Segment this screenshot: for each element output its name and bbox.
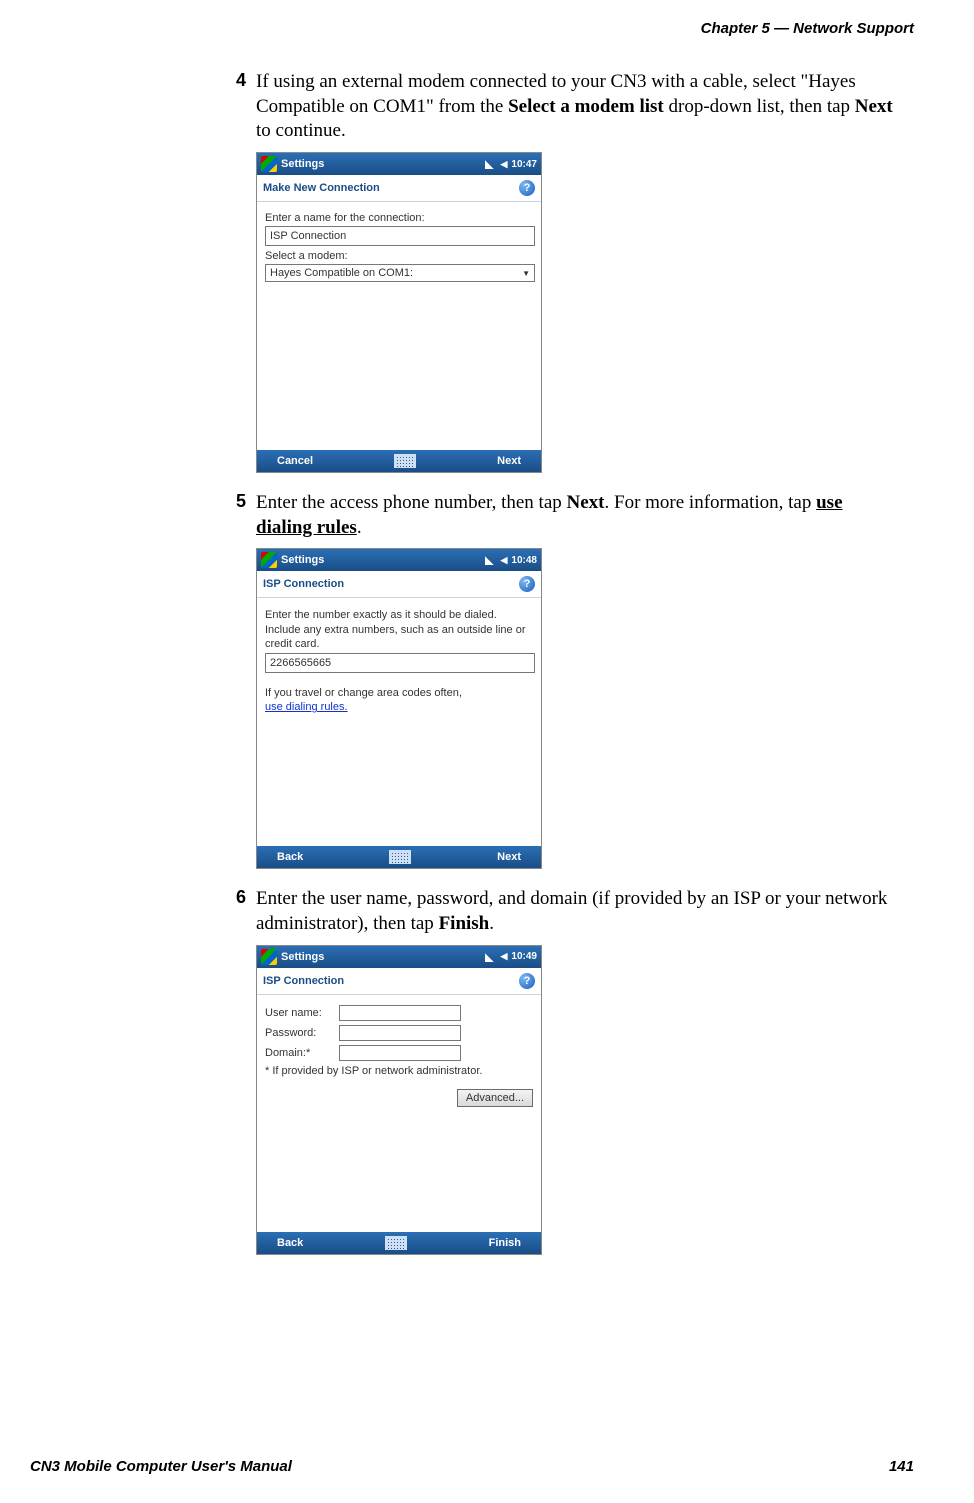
app-title: Settings [281, 158, 324, 170]
phone-sub-bar: ISP Connection ? [257, 571, 541, 598]
screen-title: ISP Connection [263, 975, 344, 987]
screenshot-step-5: Settings 10:48 ISP Connection ? Enter th… [256, 548, 542, 869]
help-icon[interactable]: ? [519, 973, 535, 989]
signal-icon [485, 159, 497, 169]
t: Enter the access phone number, then tap [256, 492, 567, 513]
start-flag-icon [261, 156, 277, 172]
phone-top-bar: Settings 10:48 [257, 549, 541, 571]
connection-name-input[interactable]: ISP Connection [265, 226, 535, 246]
page-number: 141 [889, 1458, 914, 1475]
status-area: 10:49 [485, 951, 538, 962]
status-area: 10:47 [485, 159, 538, 170]
phone-number-input[interactable]: 2266565665 [265, 653, 535, 673]
phone-top-bar: Settings 10:49 [257, 946, 541, 968]
t: Enter the user name, password, and domai… [256, 888, 887, 934]
t: . [489, 913, 494, 934]
phone-top-bar: Settings 10:47 [257, 153, 541, 175]
chevron-down-icon: ▼ [522, 269, 530, 278]
label-connection-name: Enter a name for the connection: [265, 212, 533, 224]
label-password: Password: [265, 1027, 339, 1039]
step-text: Enter the access phone number, then tap … [256, 491, 900, 540]
domain-input[interactable] [339, 1045, 461, 1061]
bold: Finish [439, 913, 490, 934]
step-5: 5 Enter the access phone number, then ta… [220, 491, 900, 540]
row-domain: Domain:* [265, 1045, 533, 1061]
use-dialing-rules-link[interactable]: use dialing rules. [265, 701, 348, 713]
app-title: Settings [281, 554, 324, 566]
password-input[interactable] [339, 1025, 461, 1041]
back-button[interactable]: Back [277, 1237, 303, 1249]
t: drop-down list, then tap [664, 96, 855, 117]
manual-title: CN3 Mobile Computer User's Manual [30, 1458, 292, 1475]
help-icon[interactable]: ? [519, 576, 535, 592]
keyboard-icon[interactable] [389, 850, 411, 864]
next-button[interactable]: Next [497, 851, 521, 863]
step-text: If using an external modem connected to … [256, 70, 900, 144]
t: . For more information, tap [605, 492, 817, 513]
volume-icon [501, 951, 508, 962]
help-icon[interactable]: ? [519, 180, 535, 196]
select-value: Hayes Compatible on COM1: [270, 267, 413, 279]
row-password: Password: [265, 1025, 533, 1041]
bold: Select a modem list [508, 96, 664, 117]
page-header: Chapter 5 — Network Support [701, 20, 914, 37]
phone-body: Enter the number exactly as it should be… [257, 598, 541, 846]
t: to continue. [256, 120, 346, 141]
step-number: 4 [220, 70, 256, 144]
phone-bottom-bar: Cancel Next [257, 450, 541, 472]
next-button[interactable]: Next [497, 455, 521, 467]
signal-icon [485, 952, 497, 962]
travel-note: If you travel or change area codes often… [265, 687, 533, 699]
phone-sub-bar: Make New Connection ? [257, 175, 541, 202]
app-title: Settings [281, 951, 324, 963]
t: . [357, 517, 362, 538]
volume-icon [501, 555, 508, 566]
finish-button[interactable]: Finish [489, 1237, 521, 1249]
volume-icon [501, 159, 508, 170]
phone-bottom-bar: Back Next [257, 846, 541, 868]
domain-footnote: * If provided by ISP or network administ… [265, 1065, 533, 1077]
start-flag-icon [261, 949, 277, 965]
step-6: 6 Enter the user name, password, and dom… [220, 887, 900, 936]
cancel-button[interactable]: Cancel [277, 455, 313, 467]
dial-instruction-text: Enter the number exactly as it should be… [265, 608, 533, 651]
label-username: User name: [265, 1007, 339, 1019]
page-footer: CN3 Mobile Computer User's Manual 141 [30, 1458, 914, 1475]
phone-body: Enter a name for the connection: ISP Con… [257, 202, 541, 450]
back-button[interactable]: Back [277, 851, 303, 863]
screen-title: Make New Connection [263, 182, 380, 194]
label-select-modem: Select a modem: [265, 250, 533, 262]
phone-bottom-bar: Back Finish [257, 1232, 541, 1254]
screenshot-step-4: Settings 10:47 Make New Connection ? Ent… [256, 152, 542, 473]
phone-sub-bar: ISP Connection ? [257, 968, 541, 995]
screen-title: ISP Connection [263, 578, 344, 590]
step-number: 6 [220, 887, 256, 936]
advanced-button[interactable]: Advanced... [457, 1089, 533, 1107]
clock: 10:49 [511, 951, 537, 962]
start-flag-icon [261, 552, 277, 568]
screenshot-step-6: Settings 10:49 ISP Connection ? User nam… [256, 945, 542, 1255]
bold: Next [855, 96, 893, 117]
label-domain: Domain:* [265, 1047, 339, 1059]
step-number: 5 [220, 491, 256, 540]
status-area: 10:48 [485, 555, 538, 566]
signal-icon [485, 555, 497, 565]
username-input[interactable] [339, 1005, 461, 1021]
keyboard-icon[interactable] [394, 454, 416, 468]
step-text: Enter the user name, password, and domai… [256, 887, 900, 936]
row-username: User name: [265, 1005, 533, 1021]
phone-body: User name: Password: Domain:* * If provi… [257, 995, 541, 1232]
modem-select[interactable]: Hayes Compatible on COM1: ▼ [265, 264, 535, 282]
clock: 10:48 [511, 555, 537, 566]
keyboard-icon[interactable] [385, 1236, 407, 1250]
step-4: 4 If using an external modem connected t… [220, 70, 900, 144]
bold: Next [567, 492, 605, 513]
content-area: 4 If using an external modem connected t… [220, 70, 900, 1273]
clock: 10:47 [511, 159, 537, 170]
